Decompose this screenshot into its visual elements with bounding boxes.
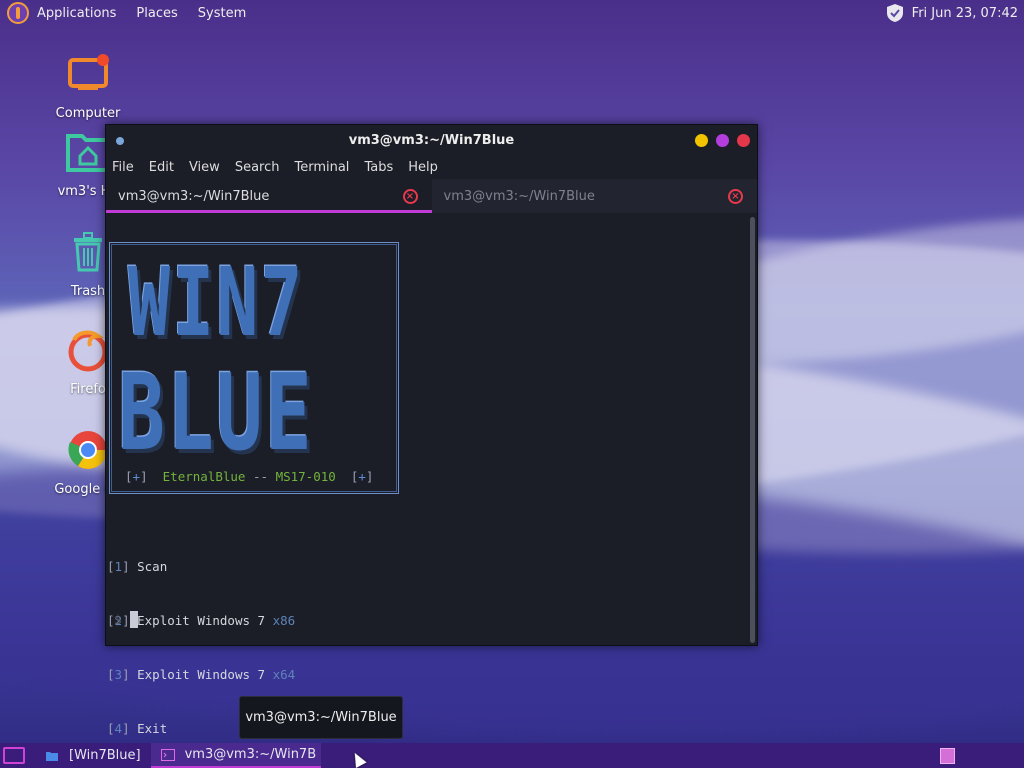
window-title: vm3@vm3:~/Win7Blue (348, 132, 515, 148)
menu-view[interactable]: View (189, 160, 220, 175)
menu-applications[interactable]: Applications (37, 6, 116, 21)
tab-label: vm3@vm3:~/Win7Blue (443, 188, 595, 204)
menu-places[interactable]: Places (136, 6, 177, 21)
close-tab-icon[interactable]: × (728, 188, 743, 204)
menu-terminal[interactable]: Terminal (294, 160, 349, 175)
banner-subtitle: [+] EternalBlue -- MS17-010 [+] (125, 469, 374, 484)
workspace-switcher[interactable] (940, 748, 955, 764)
clock[interactable]: Fri Jun 23, 07:42 (912, 6, 1018, 21)
show-desktop-icon[interactable] (3, 747, 25, 764)
task-terminal[interactable]: vm3@vm3:~/Win7B (150, 743, 321, 768)
title-bar[interactable]: vm3@vm3:~/Win7Blue (106, 125, 757, 155)
tab-bar: vm3@vm3:~/Win7Blue × vm3@vm3:~/Win7Blue … (106, 179, 757, 213)
menu-tabs[interactable]: Tabs (364, 160, 393, 175)
taskbar-tooltip: vm3@vm3:~/Win7Blue (239, 696, 403, 739)
tab-1[interactable]: vm3@vm3:~/Win7Blue × (106, 179, 432, 213)
close-tab-icon[interactable]: × (402, 188, 418, 204)
menu-search[interactable]: Search (235, 160, 280, 175)
terminal-window[interactable]: vm3@vm3:~/Win7Blue File Edit View Search… (105, 124, 758, 736)
menu-bar: File Edit View Search Terminal Tabs Help (106, 155, 757, 179)
ascii-banner: WIN7 BLUE [+] EternalBlue -- MS17-010 [+… (109, 242, 399, 494)
menu-help[interactable]: Help (408, 160, 438, 175)
parrot-logo-icon[interactable] (7, 2, 29, 24)
window-menu-dot-icon[interactable] (116, 137, 124, 145)
terminal-output[interactable]: WIN7 BLUE [+] EternalBlue -- MS17-010 [+… (106, 213, 747, 736)
scrollbar[interactable] (750, 217, 755, 643)
text-cursor[interactable] (130, 611, 138, 628)
bottom-panel: [Win7Blue] vm3@vm3:~/Win7B (0, 743, 1024, 768)
computer-icon (64, 52, 112, 100)
shell-prompt: $ (114, 612, 122, 627)
shield-check-icon[interactable] (886, 3, 904, 23)
banner-title-line-2: BLUE (118, 353, 314, 475)
system-tray: Fri Jun 23, 07:42 (886, 0, 1018, 26)
option-scan: [1] Scan (107, 559, 168, 574)
menu-edit[interactable]: Edit (149, 160, 174, 175)
desktop-icon-computer[interactable]: Computer (40, 52, 136, 121)
terminal-icon (160, 748, 175, 761)
top-panel: Applications Places System Fri Jun 23, 0… (0, 0, 1024, 26)
maximize-button[interactable] (716, 134, 729, 147)
task-file-manager[interactable]: [Win7Blue] (35, 743, 141, 768)
menu-file[interactable]: File (112, 160, 134, 175)
tab-2[interactable]: vm3@vm3:~/Win7Blue × (432, 179, 758, 213)
banner-title-line-1: WIN7 (128, 247, 305, 358)
minimize-button[interactable] (695, 134, 708, 147)
option-exploit-x64: [3] Exploit Windows 7 x64 (107, 667, 296, 682)
close-button[interactable] (737, 134, 750, 147)
menu-system[interactable]: System (198, 6, 246, 21)
tab-label: vm3@vm3:~/Win7Blue (118, 188, 270, 204)
folder-icon (46, 751, 58, 761)
